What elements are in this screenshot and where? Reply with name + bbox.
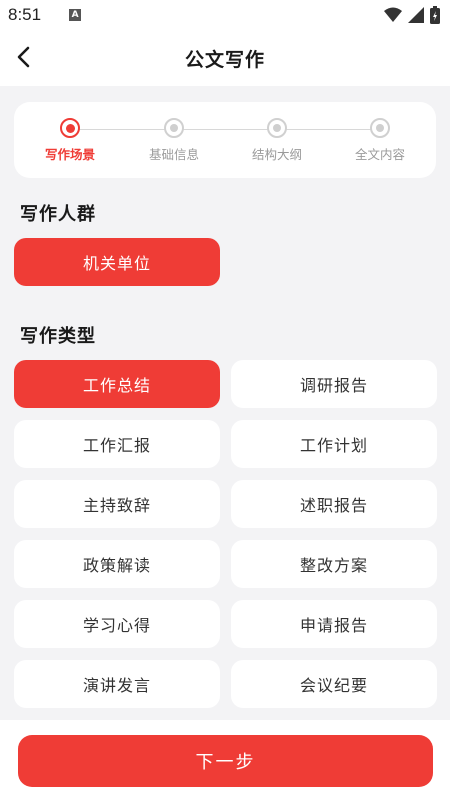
section-title-audience: 写作人群: [20, 204, 96, 225]
page-title: 公文写作: [184, 48, 265, 71]
type-option[interactable]: 整改方案: [231, 540, 437, 588]
battery-icon: [430, 6, 440, 24]
type-option[interactable]: 学习心得: [14, 600, 220, 648]
type-option[interactable]: 述职报告: [231, 480, 437, 528]
status-icons: [384, 6, 440, 24]
type-option[interactable]: 调研报告: [231, 360, 437, 408]
step-indicator: [267, 118, 287, 138]
type-option[interactable]: 会议纪要: [231, 660, 437, 708]
audience-option[interactable]: 机关单位: [14, 238, 220, 286]
step-label: 写作场景: [44, 147, 95, 162]
type-option[interactable]: 主持致辞: [14, 480, 220, 528]
step-label: 基础信息: [148, 147, 199, 162]
step-label: 结构大纲: [251, 147, 302, 162]
type-option[interactable]: 演讲发言: [14, 660, 220, 708]
type-option[interactable]: 申请报告: [231, 600, 437, 648]
back-button[interactable]: [10, 42, 40, 72]
step-indicator: [60, 118, 80, 138]
type-option[interactable]: 工作计划: [231, 420, 437, 468]
wifi-icon: [384, 7, 402, 22]
type-option[interactable]: 政策解读: [14, 540, 220, 588]
type-option[interactable]: 工作汇报: [14, 420, 220, 468]
section-title-types: 写作类型: [20, 326, 96, 347]
type-option[interactable]: 工作总结: [14, 360, 220, 408]
step-outline[interactable]: 结构大纲: [227, 118, 327, 163]
next-step-button[interactable]: 下一步: [18, 735, 433, 787]
step-label: 全文内容: [354, 147, 405, 162]
step-scene[interactable]: 写作场景: [20, 118, 120, 163]
notification-icon: A: [69, 9, 82, 21]
step-indicator: [164, 118, 184, 138]
step-full-text[interactable]: 全文内容: [330, 118, 430, 163]
status-bar: 8:51 A: [0, 0, 450, 30]
app-header: 公文写作: [0, 30, 450, 86]
signal-icon: [408, 7, 424, 23]
progress-steps: 写作场景 基础信息 结构大纲 全文内容: [14, 102, 436, 178]
step-basic-info[interactable]: 基础信息: [124, 118, 224, 163]
step-indicator: [370, 118, 390, 138]
status-time: 8:51: [8, 5, 42, 24]
chevron-left-icon: [17, 46, 30, 68]
